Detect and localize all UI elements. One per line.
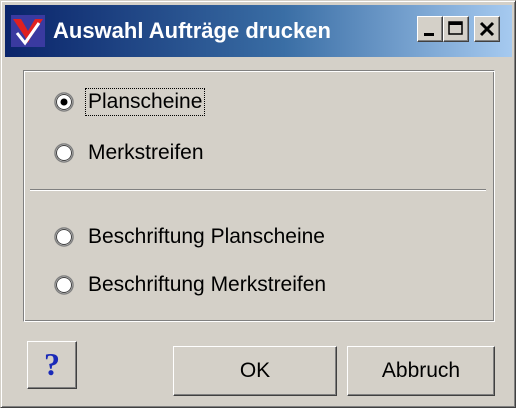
radio-label-beschriftung-planscheine: Beschriftung Planscheine <box>88 225 325 248</box>
window-title: Auswahl Aufträge drucken <box>53 18 331 43</box>
help-icon: ? <box>44 346 60 382</box>
radio-label-beschriftung-merkstreifen: Beschriftung Merkstreifen <box>88 273 327 296</box>
minimize-icon <box>424 33 434 36</box>
radio-checked-icon <box>54 92 74 112</box>
options-group: Planscheine Merkstreifen Beschriftung Pl… <box>23 70 495 322</box>
radio-beschriftung-merkstreifen[interactable]: Beschriftung Merkstreifen <box>54 270 328 300</box>
radio-beschriftung-planscheine[interactable]: Beschriftung Planscheine <box>54 222 327 252</box>
radio-label-merkstreifen: Merkstreifen <box>88 141 204 164</box>
close-button[interactable] <box>474 16 500 42</box>
close-icon <box>479 21 495 37</box>
radio-unchecked-icon <box>54 227 74 247</box>
radio-planscheine[interactable]: Planscheine <box>54 87 206 117</box>
radio-unchecked-icon <box>54 143 74 163</box>
minimize-button[interactable] <box>417 16 443 42</box>
app-logo-icon <box>11 15 45 47</box>
title-bar[interactable]: Auswahl Aufträge drucken <box>5 5 512 57</box>
radio-unchecked-icon <box>54 275 74 295</box>
option-separator <box>30 189 486 191</box>
ok-button[interactable]: OK <box>173 346 337 396</box>
cancel-button[interactable]: Abbruch <box>347 346 495 396</box>
maximize-icon <box>448 21 463 35</box>
dialog-window: Auswahl Aufträge drucken Planscheine Mer… <box>0 0 516 408</box>
radio-label-planscheine: Planscheine <box>84 88 206 116</box>
radio-merkstreifen[interactable]: Merkstreifen <box>54 138 206 168</box>
maximize-button[interactable] <box>443 16 469 42</box>
help-button[interactable]: ? <box>27 341 77 389</box>
